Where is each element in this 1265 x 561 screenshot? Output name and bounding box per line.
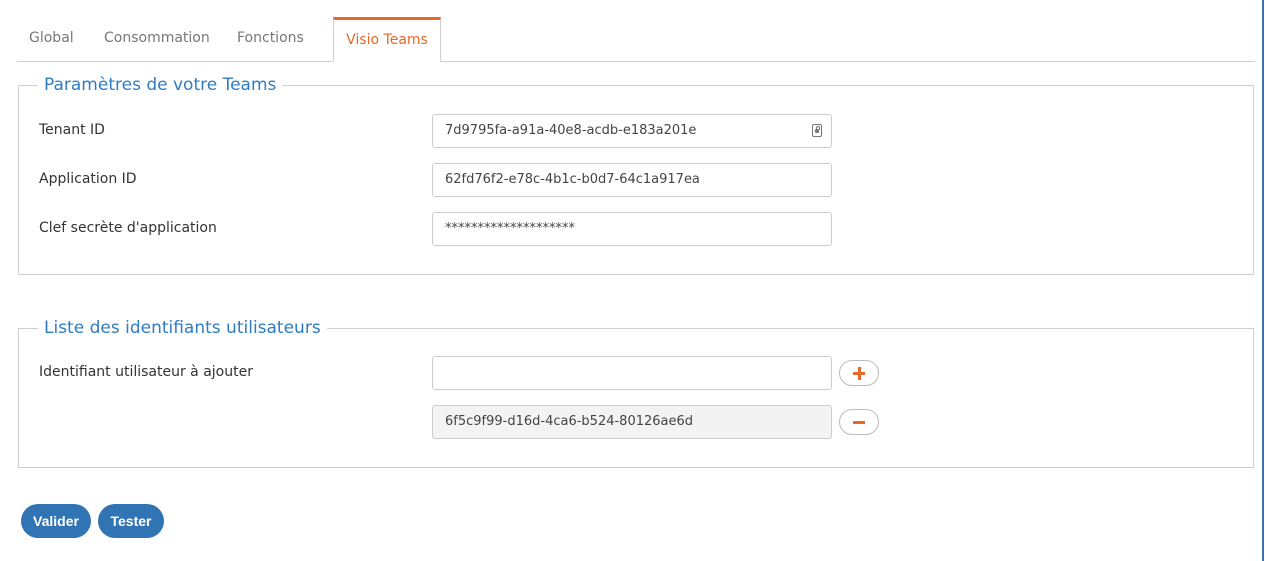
user-id-entry-value: 6f5c9f99-d16d-4ca6-b524-80126ae6d	[445, 414, 694, 429]
user-ids-fieldset: Liste des identifiants utilisateurs Iden…	[18, 316, 1254, 468]
minus-icon	[853, 421, 865, 424]
tab-consommation[interactable]: Consommation	[104, 17, 214, 61]
add-user-id-label: Identifiant utilisateur à ajouter	[39, 364, 253, 380]
add-user-id-input[interactable]	[432, 356, 832, 390]
user-ids-legend: Liste des identifiants utilisateurs	[38, 316, 327, 340]
tab-bar: Global Consommation Fonctions Visio Team…	[17, 17, 1255, 62]
tenant-id-value: 7d9795fa-a91a-40e8-acdb-e183a201e	[445, 123, 697, 138]
secret-value: ********************	[445, 221, 575, 236]
remove-user-id-button[interactable]	[839, 409, 879, 435]
application-id-input[interactable]: 62fd76f2-e78c-4b1c-b0d7-64c1a917ea	[432, 163, 832, 197]
secret-label: Clef secrète d'application	[39, 220, 217, 236]
tester-button[interactable]: Tester	[98, 504, 164, 538]
teams-params-fieldset: Paramètres de votre Teams Tenant ID 7d97…	[18, 73, 1254, 275]
tab-global[interactable]: Global	[29, 17, 97, 61]
application-id-value: 62fd76f2-e78c-4b1c-b0d7-64c1a917ea	[445, 172, 700, 187]
teams-params-legend: Paramètres de votre Teams	[38, 73, 283, 97]
user-id-entry: 6f5c9f99-d16d-4ca6-b524-80126ae6d	[432, 405, 832, 439]
plus-icon-vertical	[857, 367, 861, 380]
application-id-label: Application ID	[39, 171, 137, 187]
right-edge-border	[1262, 0, 1264, 561]
tenant-id-input[interactable]: 7d9795fa-a91a-40e8-acdb-e183a201e	[432, 114, 832, 148]
secret-input[interactable]: ********************	[432, 212, 832, 246]
add-user-id-button[interactable]	[839, 360, 879, 386]
contact-card-icon[interactable]	[812, 124, 822, 137]
tenant-id-label: Tenant ID	[39, 122, 105, 138]
tab-fonctions[interactable]: Fonctions	[237, 17, 327, 61]
valider-button[interactable]: Valider	[21, 504, 91, 538]
tab-visio-teams[interactable]: Visio Teams	[333, 17, 441, 62]
